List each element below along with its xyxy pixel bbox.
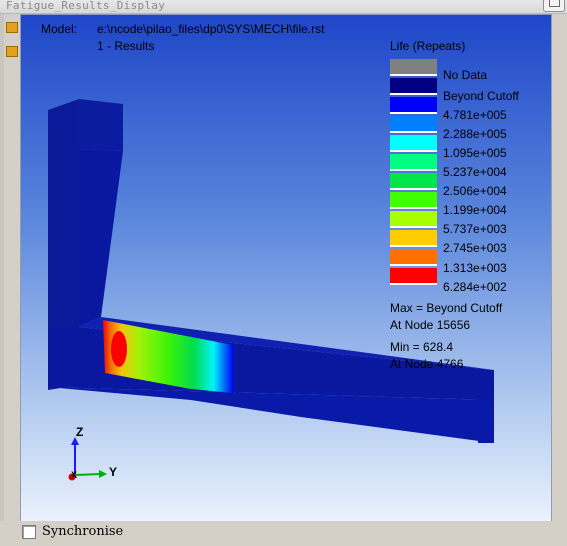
maximize-button[interactable] <box>543 0 565 12</box>
min-node: At Node 4766 <box>390 357 464 371</box>
legend-swatch-6 <box>390 173 437 190</box>
legend-label-3: 2.288e+005 <box>443 127 507 141</box>
legend-swatch-11 <box>390 268 437 285</box>
min-value: Min = 628.4 <box>390 340 454 354</box>
legend-label-no-data: No Data <box>443 68 488 82</box>
legend-label-11: 6.284e+002 <box>443 280 507 294</box>
hotspot-core <box>111 331 127 367</box>
max-value: Max = Beyond Cutoff <box>390 301 503 315</box>
legend-label-6: 2.506e+004 <box>443 184 507 198</box>
legend-label-9: 2.745e+003 <box>443 241 507 255</box>
vertical-arm-top <box>79 99 123 151</box>
results-name: 1 - Results <box>97 39 155 53</box>
legend-label-10: 1.313e+003 <box>443 261 507 275</box>
legend-swatch-4 <box>390 135 437 152</box>
axis-z-label: Z <box>76 425 84 439</box>
legend-title: Life (Repeats) <box>390 39 466 53</box>
results-viewport[interactable]: Model: e:\ncode\pilao_files\dp0\SYS\MECH… <box>20 14 552 522</box>
title-bar: Fatigue_Results_Display <box>0 0 567 14</box>
synchronise-label[interactable]: Synchronise <box>42 524 123 539</box>
legend-swatch-beyond-cutoff <box>390 78 437 95</box>
synchronise-checkbox[interactable] <box>22 525 36 539</box>
legend-swatch-2 <box>390 97 437 114</box>
legend-swatch-9 <box>390 230 437 247</box>
model-path: e:\ncode\pilao_files\dp0\SYS\MECH\file.r… <box>97 22 325 36</box>
model-label: Model: <box>41 22 78 36</box>
legend-label-4: 1.095e+005 <box>443 146 507 160</box>
axis-y-label: Y <box>109 465 118 479</box>
legend-swatch-3 <box>390 116 437 133</box>
max-node: At Node 15656 <box>390 318 471 332</box>
side-tab-2[interactable] <box>6 46 18 57</box>
legend-label-beyond-cutoff: Beyond Cutoff <box>443 89 519 103</box>
side-strip <box>0 14 4 546</box>
legend-swatch-8 <box>390 211 437 228</box>
legend-swatch-no-data <box>390 59 437 76</box>
legend-swatch-7 <box>390 192 437 209</box>
legend-label-7: 1.199e+004 <box>443 203 507 217</box>
vertical-arm-front <box>79 149 123 327</box>
legend-label-8: 5.737e+003 <box>443 222 507 236</box>
legend-swatch-10 <box>390 249 437 266</box>
window-title: Fatigue_Results_Display <box>6 0 166 12</box>
legend-label-5: 5.237e+004 <box>443 165 507 179</box>
legend-label-2: 4.781e+005 <box>443 108 507 122</box>
side-tab-1[interactable] <box>6 22 18 33</box>
axis-x-label: X <box>71 470 78 480</box>
legend-swatch-5 <box>390 154 437 171</box>
window-icon <box>549 0 560 7</box>
